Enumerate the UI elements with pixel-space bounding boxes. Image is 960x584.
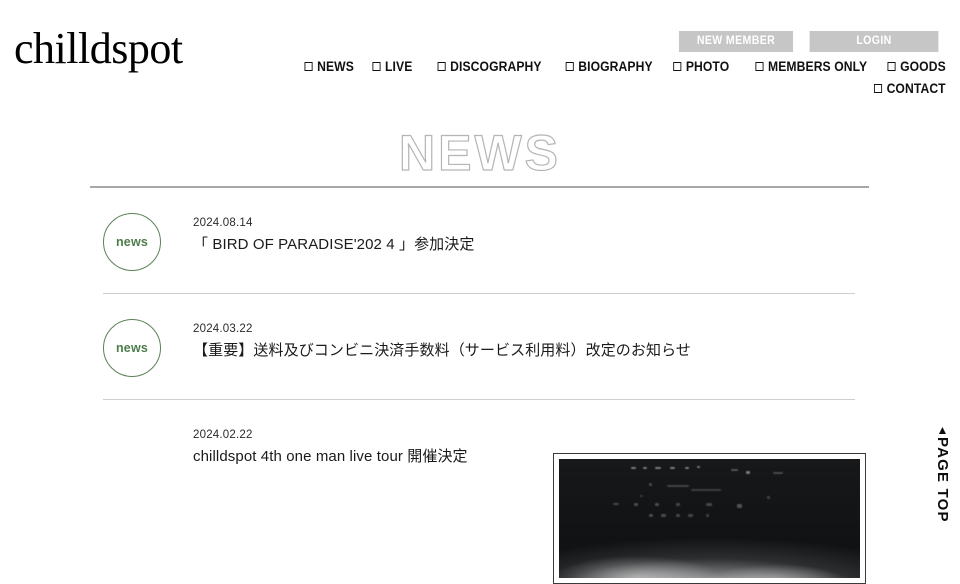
nav-item-label: NEWS xyxy=(317,59,355,74)
news-thumbnail-frame[interactable] xyxy=(553,453,866,584)
nav-item-label: PHOTO xyxy=(685,59,730,74)
brand-logo[interactable]: chilldspot xyxy=(14,27,183,71)
status-badge: news xyxy=(103,213,161,271)
nav-item-goods[interactable]: GOODS xyxy=(887,56,946,78)
new-member-button[interactable]: NEW MEMBER xyxy=(678,31,794,52)
news-title[interactable]: 【重要】送料及びコンビニ決済手数料（サービス利用料）改定のお知らせ xyxy=(193,341,691,361)
login-button[interactable]: LOGIN xyxy=(809,31,939,52)
news-text: 2024.02.22 chilldspot 4th one man live t… xyxy=(193,423,468,467)
site-header: chilldspot NEW MEMBER LOGIN NEWS LIVE DISC… xyxy=(0,0,960,110)
news-text: 2024.03.22 【重要】送料及びコンビニ決済手数料（サービス利用料）改定の… xyxy=(193,317,691,361)
checkbox-square-icon xyxy=(372,62,381,71)
main-navigation: NEWS LIVE DISCOGRAPHY BIOGRAPHY PHOTO MEMBERS… xyxy=(266,56,946,100)
page-top-button[interactable]: ▲ PAGE TOP xyxy=(934,423,951,523)
news-section: news 2024.08.14 「 BIRD OF PARADISE'202 4… xyxy=(90,186,870,489)
news-text: 2024.08.14 「 BIRD OF PARADISE'202 4 」参加決… xyxy=(193,211,474,255)
news-title[interactable]: 「 BIRD OF PARADISE'202 4 」参加決定 xyxy=(193,235,474,255)
nav-item-contact[interactable]: CONTACT xyxy=(874,78,946,100)
checkbox-square-icon xyxy=(672,62,682,71)
account-bar: NEW MEMBER LOGIN xyxy=(674,31,944,52)
nav-item-label: DISCOGRAPHY xyxy=(450,59,543,74)
nav-item-label: MEMBERS ONLY xyxy=(768,59,868,74)
checkbox-square-icon xyxy=(887,62,896,71)
page-title: NEWS xyxy=(398,124,561,181)
badge-cell: news xyxy=(103,317,193,377)
checkbox-square-icon xyxy=(438,62,447,71)
news-list-item[interactable]: news 2024.08.14 「 BIRD OF PARADISE'202 4… xyxy=(103,188,855,294)
nav-item-news[interactable]: NEWS xyxy=(304,56,355,78)
badge-cell: news xyxy=(103,211,193,271)
page-title-wrap: NEWS xyxy=(0,124,960,186)
nav-item-photo[interactable]: PHOTO xyxy=(672,56,730,78)
checkbox-square-icon xyxy=(874,84,883,93)
checkbox-square-icon xyxy=(304,62,313,71)
nav-item-members-only[interactable]: MEMBERS ONLY xyxy=(755,56,867,78)
nav-item-label: BIOGRAPHY xyxy=(578,59,653,74)
nav-item-live[interactable]: LIVE xyxy=(372,56,412,78)
news-list: news 2024.08.14 「 BIRD OF PARADISE'202 4… xyxy=(90,188,870,489)
news-date: 2024.02.22 xyxy=(193,429,253,441)
nav-item-discography[interactable]: DISCOGRAPHY xyxy=(438,56,542,78)
triangle-up-icon: ▲ xyxy=(936,423,949,437)
news-list-item[interactable]: news 2024.03.22 【重要】送料及びコンビニ決済手数料（サービス利用… xyxy=(103,294,855,400)
checkbox-square-icon xyxy=(755,62,764,71)
nav-item-label: LIVE xyxy=(385,59,413,74)
news-title[interactable]: chilldspot 4th one man live tour 開催決定 xyxy=(193,447,468,467)
status-badge: news xyxy=(103,319,161,377)
news-thumbnail-image xyxy=(559,459,860,578)
stage-lights-decoration xyxy=(559,459,860,578)
page-top-label: PAGE TOP xyxy=(934,437,951,523)
badge-cell xyxy=(103,423,193,483)
status-badge xyxy=(103,425,161,483)
nav-item-label: CONTACT xyxy=(886,81,946,96)
checkbox-square-icon xyxy=(565,62,574,71)
nav-item-biography[interactable]: BIOGRAPHY xyxy=(565,56,653,78)
news-date: 2024.03.22 xyxy=(193,323,253,335)
nav-item-label: GOODS xyxy=(900,59,946,74)
news-date: 2024.08.14 xyxy=(193,217,253,229)
